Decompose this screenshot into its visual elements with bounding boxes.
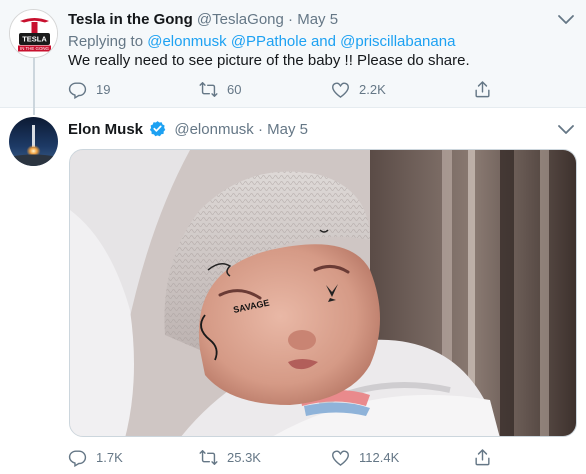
handle[interactable]: @TeslaGong [197, 11, 284, 28]
separator-dot: · [257, 121, 263, 138]
caret-down-icon[interactable] [557, 14, 575, 26]
thread-connector-line [33, 58, 35, 115]
reply-icon [68, 80, 87, 99]
main-tweet-actions: 1.7K 25.3K 112.4K [68, 448, 498, 470]
like-icon [331, 80, 350, 99]
tweet-actions: 19 60 2.2K [68, 80, 498, 102]
like-button[interactable]: 112.4K [331, 448, 399, 467]
mention-priscillabanana[interactable]: @priscillabanana [340, 33, 455, 50]
verified-badge-icon [150, 121, 166, 137]
like-icon [331, 448, 350, 467]
tweet-date[interactable]: May 5 [297, 11, 338, 28]
tweet-text: We really need to see picture of the bab… [68, 52, 470, 69]
mention-elonmusk[interactable]: @elonmusk [147, 33, 226, 50]
like-count: 112.4K [359, 450, 400, 465]
handle[interactable]: @elonmusk [174, 121, 253, 138]
share-icon [473, 80, 492, 99]
retweet-count: 25.3K [227, 450, 261, 465]
share-icon [473, 448, 492, 467]
like-button[interactable]: 2.2K [331, 80, 386, 99]
avatar-tesla-in-the-gong[interactable]: TESLA IN THE GONG [9, 9, 58, 58]
replying-to-label: Replying to [68, 33, 144, 50]
mention-and[interactable]: and [311, 33, 336, 50]
retweet-button[interactable]: 60 [199, 80, 241, 99]
tesla-gong-logo: TESLA IN THE GONG [10, 10, 57, 57]
retweet-button[interactable]: 25.3K [199, 448, 261, 467]
display-name[interactable]: Elon Musk [68, 121, 143, 138]
reply-count: 19 [96, 82, 111, 97]
reply-count: 1.7K [96, 450, 123, 465]
tweet-date[interactable]: May 5 [267, 121, 308, 138]
parent-tweet[interactable]: TESLA IN THE GONG Tesla in the Gong @Tes… [0, 0, 586, 115]
main-tweet-header: Elon Musk @elonmusk · May 5 [68, 120, 308, 138]
retweet-icon [199, 448, 218, 467]
mention-ppathole[interactable]: @PPathole [231, 33, 307, 50]
retweet-icon [199, 80, 218, 99]
baby-photo: SAVAGE [70, 150, 576, 436]
separator-dot: · [288, 11, 294, 28]
reply-button[interactable]: 1.7K [68, 448, 123, 467]
retweet-count: 60 [227, 82, 242, 97]
logo-text-in-the-gong: IN THE GONG [20, 46, 50, 51]
share-button[interactable] [473, 448, 501, 467]
like-count: 2.2K [359, 82, 386, 97]
tweet-header: Tesla in the Gong @TeslaGong · May 5 [68, 11, 338, 28]
avatar-elon-musk[interactable] [9, 117, 58, 166]
share-button[interactable] [473, 80, 501, 99]
logo-text-tesla: TESLA [22, 35, 47, 44]
reply-button[interactable]: 19 [68, 80, 110, 99]
rocket-launch-avatar [9, 117, 58, 166]
caret-down-icon[interactable] [557, 124, 575, 136]
display-name[interactable]: Tesla in the Gong [68, 11, 193, 28]
tweet-media-photo[interactable]: SAVAGE [69, 149, 577, 437]
reply-icon [68, 448, 87, 467]
replying-to-line: Replying to @elonmusk @PPathole and @pris… [68, 33, 455, 50]
